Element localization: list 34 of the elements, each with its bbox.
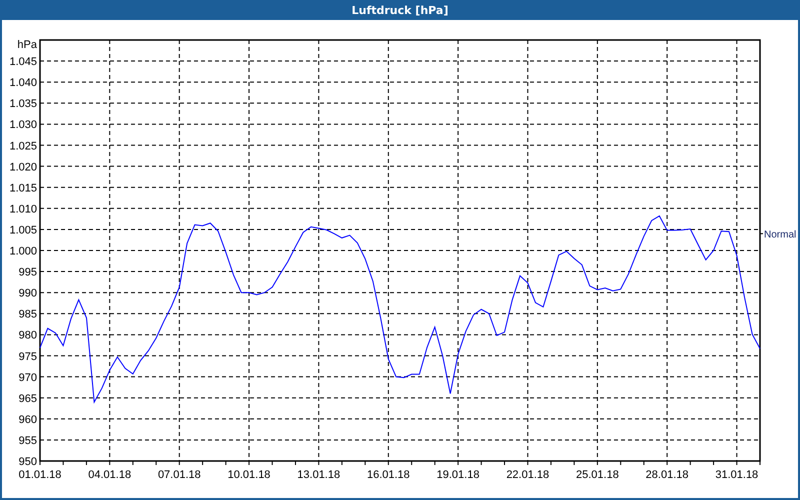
y-axis-label: 1.035: [9, 98, 37, 110]
y-axis-label: 965: [18, 392, 37, 405]
y-axis-label: 955: [18, 434, 37, 447]
x-axis-label: 10.01.18: [228, 469, 270, 481]
y-axis-label: 995: [18, 266, 37, 279]
y-axis-unit: hPa: [17, 39, 37, 51]
y-axis-label: 985: [18, 308, 37, 321]
y-axis-label: 950: [18, 456, 37, 468]
y-axis-label: 1.045: [9, 56, 37, 68]
x-axis-label: 07.01.18: [158, 469, 201, 481]
window-title: Luftdruck [hPa]: [350, 2, 450, 18]
y-axis-label: 1.020: [9, 161, 37, 174]
x-axis-label: 01.01.18: [18, 469, 62, 481]
y-axis-label: 975: [18, 350, 37, 363]
x-axis-label: 04.01.18: [88, 469, 132, 481]
y-axis-label: 990: [18, 288, 37, 300]
y-axis-label: 1.030: [9, 119, 37, 132]
x-axis-label: 31.01.18: [715, 469, 758, 481]
x-axis-label: 22.01.18: [506, 469, 550, 481]
y-axis-label: 1.000: [9, 246, 37, 258]
y-axis-label: 1.025: [9, 140, 37, 152]
y-axis-label: 960: [18, 414, 37, 426]
y-axis-label: 1.040: [9, 77, 37, 90]
y-axis-label: 980: [18, 330, 37, 342]
x-axis-label: 25.01.18: [576, 469, 619, 481]
y-axis-label: 970: [18, 372, 37, 384]
y-axis-label: 1.005: [9, 224, 37, 236]
y-axis-label: 1.010: [9, 203, 37, 216]
y-axis-label: 1.015: [9, 182, 37, 194]
x-axis-label: 19.01.18: [436, 469, 480, 481]
x-axis-label: 16.01.18: [366, 469, 410, 481]
x-axis-label: 13.01.18: [297, 469, 340, 481]
x-axis-label: 28.01.18: [646, 469, 688, 481]
reference-label: Normal: [764, 230, 796, 241]
